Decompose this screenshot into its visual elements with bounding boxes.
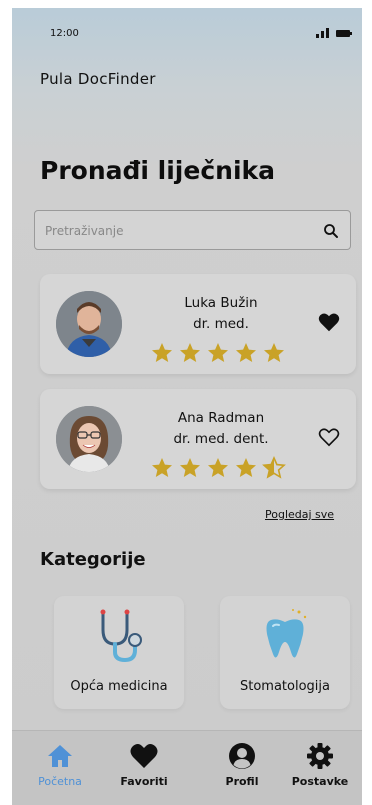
- favorite-heart-icon[interactable]: [318, 427, 340, 447]
- nav-settings[interactable]: Postavke: [280, 741, 360, 788]
- user-icon: [229, 743, 255, 769]
- heart-icon: [130, 744, 158, 768]
- doctor-info: Luka Bužin dr. med.: [136, 292, 306, 334]
- tooth-icon: [266, 609, 307, 658]
- rating-stars: [150, 456, 290, 480]
- doctor-name: Ana Radman: [177, 410, 265, 426]
- nav-profile[interactable]: Profil: [202, 741, 282, 788]
- star-icon: [264, 343, 284, 362]
- category-label: Opća medicina: [70, 679, 168, 694]
- nav-label: Profil: [225, 775, 259, 788]
- category-label: Stomatologija: [240, 679, 330, 694]
- star-icon: [236, 458, 256, 477]
- signal-icon: [316, 28, 330, 38]
- nav-favorites[interactable]: Favoriti: [104, 741, 184, 788]
- rating-stars: [150, 341, 290, 365]
- status-bar: 12:00: [12, 8, 362, 52]
- status-time: 12:00: [50, 28, 79, 39]
- home-icon: [48, 745, 72, 767]
- star-icon: [180, 458, 200, 477]
- search-bar[interactable]: [34, 210, 351, 250]
- bottom-navigation: Početna Favoriti Profil Postavke: [12, 730, 362, 805]
- battery-icon: [336, 30, 352, 37]
- star-icon: [152, 343, 172, 362]
- category-card-general-medicine[interactable]: Opća medicina: [54, 596, 184, 709]
- doctor-title: dr. med.: [193, 316, 249, 332]
- star-icon: [152, 458, 172, 477]
- doctor-card[interactable]: Luka Bužin dr. med.: [40, 274, 356, 374]
- app-title: Pula DocFinder: [40, 70, 156, 88]
- star-icon: [208, 343, 228, 362]
- doctor-info: Ana Radman dr. med. dent.: [136, 407, 306, 449]
- doctor-name: Luka Bužin: [184, 295, 258, 311]
- nav-label: Favoriti: [120, 775, 168, 788]
- category-card-dentistry[interactable]: Stomatologija: [220, 596, 350, 709]
- nav-label: Početna: [38, 775, 82, 788]
- doctor-avatar: [56, 406, 122, 472]
- view-all-link[interactable]: Pogledaj sve: [265, 508, 334, 521]
- star-icon: [208, 458, 228, 477]
- star-icon: [262, 456, 286, 479]
- favorite-heart-icon[interactable]: [318, 312, 340, 332]
- search-input[interactable]: [45, 221, 305, 241]
- star-icon: [236, 343, 256, 362]
- nav-home[interactable]: Početna: [20, 741, 100, 788]
- doctor-title: dr. med. dent.: [173, 431, 269, 447]
- doctor-avatar: [56, 291, 122, 357]
- search-icon[interactable]: [322, 222, 340, 240]
- categories-title: Kategorije: [40, 549, 146, 570]
- gear-icon: [307, 743, 333, 769]
- nav-label: Postavke: [291, 775, 349, 788]
- page-title: Pronađi liječnika: [40, 156, 276, 185]
- phone-screen: 12:00 Pula DocFinder Pronađi liječnika P…: [12, 8, 362, 805]
- star-icon: [180, 343, 200, 362]
- doctor-card[interactable]: Ana Radman dr. med. dent.: [40, 389, 356, 489]
- stethoscope-icon: [100, 609, 142, 663]
